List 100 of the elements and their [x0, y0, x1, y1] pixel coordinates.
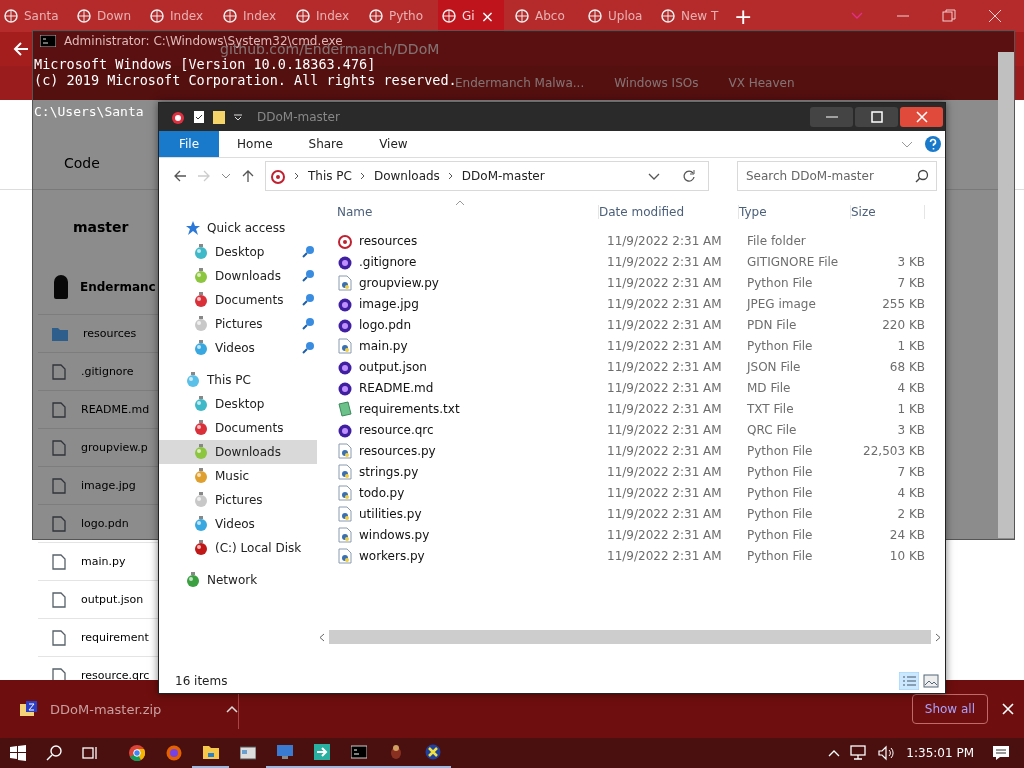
chevron-up-icon[interactable] [226, 705, 238, 713]
breadcrumb-item[interactable]: Downloads [373, 169, 440, 183]
file-link[interactable]: resources [83, 327, 137, 340]
volume-icon[interactable] [878, 745, 897, 761]
nav-item[interactable]: Pictures [159, 312, 317, 336]
browser-tab[interactable]: Santa [0, 0, 66, 32]
notification-icon[interactable] [992, 745, 1010, 761]
file-name[interactable]: .gitignore [359, 254, 417, 269]
file-name[interactable]: logo.pdn [359, 317, 412, 332]
file-name[interactable]: README.md [359, 380, 434, 395]
new-tab-button[interactable]: + [734, 3, 753, 29]
file-name[interactable]: groupview.py [359, 275, 439, 290]
task-view-icon[interactable] [82, 745, 98, 761]
python-file-icon [337, 505, 353, 522]
file-name[interactable]: resources [359, 233, 418, 248]
nav-item[interactable]: Downloads [159, 264, 317, 288]
file-name[interactable]: workers.py [359, 548, 425, 563]
network-icon[interactable] [850, 745, 869, 761]
minimize-button[interactable] [810, 107, 853, 127]
file-link[interactable]: logo.pdn [81, 517, 129, 530]
file-name[interactable]: requirements.txt [359, 401, 460, 416]
ribbon-tab[interactable]: View [361, 131, 426, 157]
file-name[interactable]: strings.py [359, 464, 419, 479]
scroll-right-icon[interactable] [935, 632, 941, 642]
file-name[interactable]: windows.py [359, 527, 430, 542]
browser-tab[interactable]: Gi × [438, 0, 504, 32]
address-bar[interactable]: This PC Downloads DDoM-master [265, 161, 709, 191]
refresh-icon[interactable] [682, 169, 696, 183]
pin-icon[interactable] [301, 293, 315, 307]
maximize-button[interactable] [855, 107, 898, 127]
restore-icon[interactable] [942, 9, 956, 23]
nav-item[interactable]: Desktop [159, 392, 317, 416]
pin-icon[interactable] [301, 245, 315, 259]
clock[interactable]: 1:35:01 PM [906, 746, 974, 760]
ribbon-tab[interactable]: File [159, 131, 220, 157]
windows-start-icon[interactable] [10, 745, 26, 761]
column-header[interactable]: Size [851, 205, 925, 219]
ribbon-tab[interactable]: Share [290, 131, 362, 157]
up-arrow-icon[interactable] [241, 169, 255, 183]
file-link[interactable]: README.md [81, 403, 150, 416]
nav-item[interactable]: Videos [159, 336, 317, 360]
nav-item[interactable]: Documents [159, 416, 317, 440]
file-name[interactable]: todo.py [359, 485, 405, 500]
file-name[interactable]: output.json [359, 359, 427, 374]
nav-item[interactable]: (C:) Local Disk [159, 536, 317, 560]
nav-item[interactable]: Desktop [159, 240, 317, 264]
file-name[interactable]: main.py [359, 338, 408, 353]
back-arrow-icon[interactable] [173, 169, 187, 183]
file-name[interactable]: utilities.py [359, 506, 422, 521]
scroll-left-icon[interactable] [319, 632, 325, 642]
caret-icon[interactable] [233, 112, 243, 122]
commit-author[interactable]: Endermanc [80, 280, 156, 294]
browser-tab[interactable]: Pytho [365, 0, 431, 32]
file-name[interactable]: resources.py [359, 443, 436, 458]
branch-button[interactable]: master [73, 219, 129, 235]
nav-item[interactable]: Pictures [159, 488, 317, 512]
nav-item[interactable]: Documents [159, 288, 317, 312]
nav-item[interactable]: Network [159, 568, 317, 592]
file-name[interactable]: image.jpg [359, 296, 419, 311]
search-icon[interactable] [915, 169, 929, 183]
close-button[interactable] [900, 107, 943, 127]
code-tab[interactable]: Code [64, 155, 100, 171]
column-header[interactable]: Name [337, 205, 599, 219]
browser-tab[interactable]: Down [73, 0, 139, 32]
scrollbar[interactable] [998, 52, 1014, 538]
breadcrumb-item[interactable]: DDoM-master [461, 169, 545, 183]
nav-item[interactable]: Music [159, 464, 317, 488]
nav-item[interactable]: Quick access [159, 216, 317, 240]
folder-icon[interactable] [213, 110, 225, 124]
browser-tab[interactable]: Index [292, 0, 358, 32]
file-link[interactable]: main.py [81, 555, 126, 568]
thumbnail-view-icon[interactable] [923, 674, 939, 688]
column-header[interactable]: Type [739, 205, 851, 219]
file-link[interactable]: .gitignore [81, 365, 134, 378]
browser-tab[interactable]: Index [219, 0, 285, 32]
file-link[interactable]: resource.qrc [81, 669, 150, 682]
browser-tab[interactable]: New T [657, 0, 723, 32]
scrollbar-thumb[interactable] [329, 630, 931, 644]
file-link[interactable]: requirement [81, 631, 149, 644]
help-icon[interactable] [925, 136, 941, 152]
nav-item[interactable]: This PC [159, 368, 317, 392]
nav-item[interactable]: Videos [159, 512, 317, 536]
ribbon-tab[interactable]: Home [219, 131, 291, 157]
pin-icon[interactable] [301, 317, 315, 331]
file-name[interactable]: resource.qrc [359, 422, 434, 437]
search-icon[interactable] [46, 745, 62, 761]
close-tab-button[interactable]: × [480, 6, 495, 26]
file-link[interactable]: output.json [81, 593, 144, 606]
back-arrow-icon[interactable] [12, 40, 30, 58]
search-field[interactable]: Search DDoM-master [737, 161, 937, 191]
file-link[interactable]: groupview.p [81, 441, 148, 454]
column-header[interactable]: Date modified [599, 205, 739, 219]
browser-tab[interactable]: Index [146, 0, 212, 32]
breadcrumb-item[interactable]: This PC [308, 169, 352, 183]
clipboard-icon[interactable] [193, 110, 205, 124]
nav-item[interactable]: Downloads [159, 440, 317, 464]
pin-icon[interactable] [301, 269, 315, 283]
download-file-name[interactable]: DDoM-master.zip [50, 701, 162, 717]
pin-icon[interactable] [301, 341, 315, 355]
file-link[interactable]: image.jpg [81, 479, 136, 492]
